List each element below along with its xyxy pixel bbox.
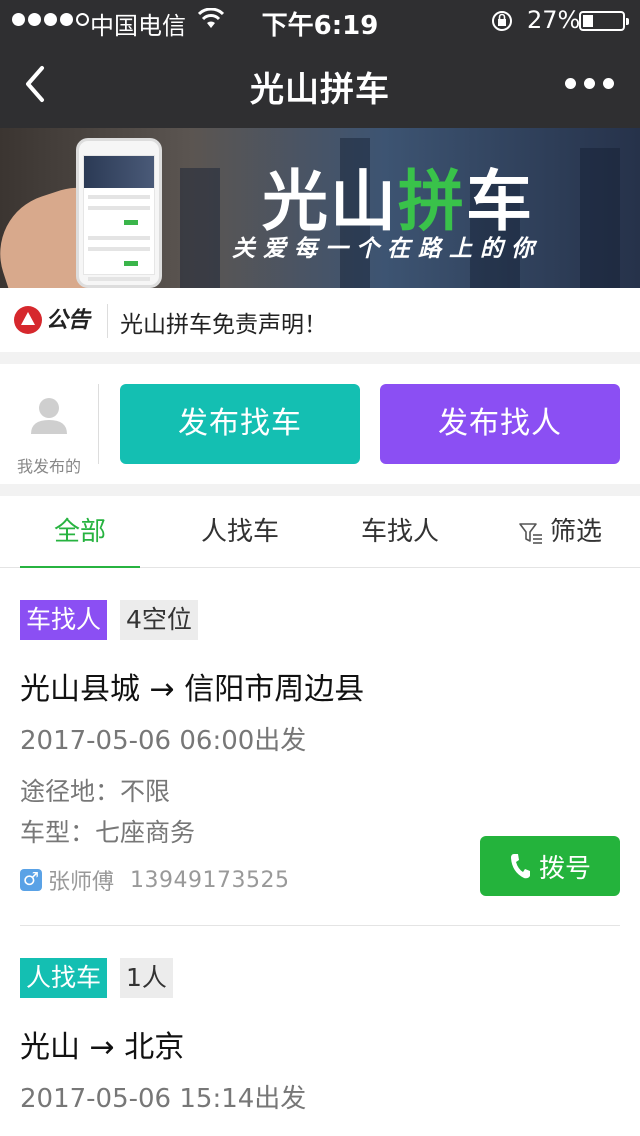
listing-type-badge: 人找车 (20, 958, 108, 998)
post-find-person-button[interactable]: 发布找人 (380, 384, 620, 464)
promo-banner[interactable]: 光山拼车 关爱每一个在路上的你 (0, 128, 640, 288)
battery-percentage: 27% (527, 6, 581, 34)
my-posts-label: 我发布的 (16, 457, 81, 476)
tab-filter[interactable]: 筛选 (480, 496, 640, 568)
battery-icon (579, 11, 629, 31)
more-options-icon[interactable] (565, 78, 614, 89)
status-bar: 中国电信 下午6:19 27% (0, 0, 640, 41)
user-avatar-icon (31, 398, 67, 434)
action-panel: 我发布的 发布找车 发布找人 (0, 364, 640, 484)
male-icon: ♂ (20, 869, 42, 891)
departure-time: 2017-05-06 06:00出发 (20, 726, 307, 756)
tab-car-seeking-person[interactable]: 车找人 (320, 496, 480, 568)
divider (98, 384, 99, 464)
navigation-bar: 光山拼车 (0, 40, 640, 128)
driver-info: ♂ 张师傅 13949173525 (20, 864, 289, 896)
seats-badge: 1人 (120, 958, 173, 998)
departure-time: 2017-05-06 15:14出发 (20, 1084, 307, 1114)
call-label: 拨号 (538, 853, 591, 884)
route-text: 光山 → 北京 (20, 1030, 185, 1065)
megaphone-icon (14, 306, 42, 334)
banner-slogan: 关爱每一个在路上的你 (232, 236, 542, 262)
driver-name: 张师傅 (48, 870, 115, 895)
notice-bar[interactable]: 公告 光山拼车免责声明！ (0, 288, 640, 352)
list-item[interactable]: 车找人 4空位 光山县城 → 信阳市周边县 2017-05-06 06:00出发… (0, 568, 640, 926)
listing-type-badge: 车找人 (20, 600, 108, 640)
filter-label: 筛选 (549, 517, 602, 547)
call-button[interactable]: 拨号 (480, 836, 620, 896)
filter-icon (519, 522, 542, 544)
post-find-car-button[interactable]: 发布找车 (120, 384, 360, 464)
tab-person-seeking-car[interactable]: 人找车 (160, 496, 320, 568)
page-title: 光山拼车 (250, 70, 390, 110)
list-item[interactable]: 人找车 1人 光山 → 北京 2017-05-06 15:14出发 (0, 926, 640, 1136)
via-places: 途径地：不限 (20, 777, 171, 806)
tab-all[interactable]: 全部 (0, 496, 160, 569)
vehicle-type: 车型：七座商务 (20, 818, 196, 847)
notice-text[interactable]: 光山拼车免责声明！ (120, 305, 327, 339)
phone-mockup-image (76, 138, 162, 288)
my-posts-button[interactable]: 我发布的 (0, 364, 98, 484)
rotation-lock-icon (492, 11, 512, 31)
filter-tabs: 全部 人找车 车找人 筛选 (0, 496, 640, 569)
top-bar: 中国电信 下午6:19 27% 光山拼车 (0, 0, 640, 128)
phone-icon (510, 854, 530, 879)
notice-label: 公告 (46, 307, 91, 333)
driver-phone: 13949173525 (130, 867, 290, 893)
seats-badge: 4空位 (120, 600, 198, 640)
ride-list: 车找人 4空位 光山县城 → 信阳市周边县 2017-05-06 06:00出发… (0, 568, 640, 1136)
divider (107, 304, 108, 338)
route-text: 光山县城 → 信阳市周边县 (20, 672, 365, 707)
